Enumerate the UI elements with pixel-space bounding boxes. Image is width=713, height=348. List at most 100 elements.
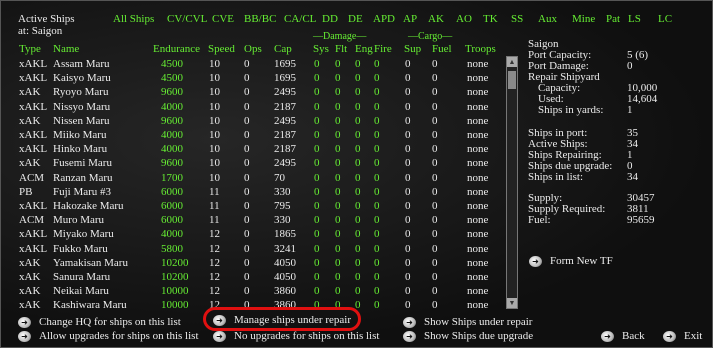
filter-ls[interactable]: LS [628,13,641,25]
cell-name[interactable]: Miiko Maru [53,128,106,142]
col-eng-header[interactable]: Eng [355,43,373,55]
cell-name[interactable]: Assam Maru [53,57,110,71]
cell-fire: 0 [374,143,380,156]
cell-name[interactable]: Fuji Maru #3 [53,185,111,199]
filter-ak[interactable]: AK [428,13,444,25]
cell-sup: 0 [405,171,411,184]
filter-lc[interactable]: LC [658,13,672,25]
change-hq-button[interactable]: ➜ Change HQ for ships on this list [18,316,181,328]
show-upgrade-button[interactable]: ➜ Show Ships due upgrade [403,330,533,342]
form-new-tf-button[interactable]: ➜ Form New TF [529,255,613,267]
filter-apd[interactable]: APD [373,13,395,25]
scroll-up-arrow-icon[interactable]: ▲ [507,57,517,67]
filter-mine[interactable]: Mine [572,13,595,25]
cell-cap: 2495 [274,157,296,170]
filter-cve[interactable]: CVE [212,13,234,25]
ship-row[interactable]: xAKL Hakozake Maru 6000 11 0 795 0 0 0 0 0 0 none [1,199,506,213]
ship-row[interactable]: ACM Muro Maru 6000 11 0 330 0 0 0 0 0 0 none [1,213,506,227]
cell-sys: 0 [314,285,320,298]
ship-row[interactable]: xAKL Assam Maru 4500 10 0 1695 0 0 0 0 0 0 none [1,57,506,71]
cell-type: xAK [19,299,41,312]
filter-cv-cvl[interactable]: CV/CVL [167,13,207,25]
filter-all-ships[interactable]: All Ships [113,13,154,25]
cell-name[interactable]: Muro Maru [53,213,104,227]
filter-ca-cl[interactable]: CA/CL [284,13,316,25]
ship-row[interactable]: xAKL Nissyo Maru 4000 10 0 2187 0 0 0 0 0 0 none [1,100,506,114]
cell-fuel: 0 [432,242,438,255]
ship-row[interactable]: xAK Ryoyo Maru 9600 10 0 2495 0 0 0 0 0 0 none [1,85,506,99]
ship-row[interactable]: xAK Sanura Maru 10200 12 0 4050 0 0 0 0 0 0 none [1,270,506,284]
cell-name[interactable]: Hakozake Maru [53,199,124,213]
ship-row[interactable]: xAK Fusemi Maru 9600 10 0 2495 0 0 0 0 0 0 none [1,156,506,170]
cell-type: xAKL [19,242,48,255]
cell-sys: 0 [314,214,320,227]
filter-pat[interactable]: Pat [606,13,620,25]
cell-name[interactable]: Ryoyo Maru [53,85,108,99]
col-name-header[interactable]: Name [53,43,79,55]
col-troops-header[interactable]: Troops [465,43,496,55]
filter-ap[interactable]: AP [403,13,417,25]
allow-upgrades-button[interactable]: ➜ Allow upgrades for ships on this list [18,330,199,342]
no-upgrades-button[interactable]: ➜ No upgrades for ships on this list [213,330,379,342]
ship-row[interactable]: xAK Neikai Maru 10000 12 0 3860 0 0 0 0 0 0 none [1,284,506,298]
cell-name[interactable]: Kaisyo Maru [53,71,111,85]
back-button[interactable]: ➜ Back [601,330,645,342]
cell-name[interactable]: Fusemi Maru [53,156,112,170]
cell-troops: none [467,100,489,113]
filter-ao[interactable]: AO [456,13,472,25]
cell-eng: 0 [355,114,361,127]
cell-name[interactable]: Yamakisan Maru [53,256,128,270]
cell-name[interactable]: Nissyo Maru [53,100,110,114]
filter-aux[interactable]: Aux [538,13,557,25]
cell-cap: 330 [274,185,291,198]
cell-name[interactable]: Nissen Maru [53,114,110,128]
exit-button[interactable]: ➜ Exit [663,330,702,342]
ship-row[interactable]: xAK Yamakisan Maru 10200 12 0 4050 0 0 0 0 0 0 none [1,256,506,270]
cell-name[interactable]: Kashiwara Maru [53,298,127,312]
ship-row[interactable]: xAKL Kaisyo Maru 4500 10 0 1695 0 0 0 0 0 0 none [1,71,506,85]
cell-name[interactable]: Sanura Maru [53,270,110,284]
show-repair-button[interactable]: ➜ Show Ships under repair [403,316,532,328]
col-ops-header[interactable]: Ops [244,43,262,55]
filter-ss[interactable]: SS [511,13,523,25]
show-repair-label: Show Ships under repair [424,316,533,328]
filter-tk[interactable]: TK [483,13,498,25]
cell-speed: 10 [209,171,220,184]
col-type-header[interactable]: Type [19,43,41,55]
cell-sys: 0 [314,157,320,170]
ship-row[interactable]: ACM Ranzan Maru 1700 10 0 70 0 0 0 0 0 0 none [1,171,506,185]
cell-name[interactable]: Fukko Maru [53,242,108,256]
cargo-group-header: —Cargo— [408,31,453,42]
cell-name[interactable]: Ranzan Maru [53,171,113,185]
col-speed-header[interactable]: Speed [208,43,235,55]
ship-row[interactable]: xAKL Miyako Maru 4000 12 0 1865 0 0 0 0 0 0 none [1,227,506,241]
cell-name[interactable]: Hinko Maru [53,142,107,156]
port-damage-value: 0 [627,60,633,72]
cell-name[interactable]: Neikai Maru [53,284,109,298]
col-sup-header[interactable]: Sup [404,43,421,55]
exit-label: Exit [684,330,703,342]
ship-row[interactable]: xAK Nissen Maru 9600 10 0 2495 0 0 0 0 0 0 none [1,114,506,128]
ship-row[interactable]: PB Fuji Maru #3 6000 11 0 330 0 0 0 0 0 0 none [1,185,506,199]
filter-dd[interactable]: DD [322,13,338,25]
col-cap-header[interactable]: Cap [274,43,292,55]
ship-row[interactable]: xAKL Miiko Maru 4000 10 0 2187 0 0 0 0 0 0 none [1,128,506,142]
arrow-right-icon: ➜ [601,330,614,342]
cell-speed: 10 [209,86,220,99]
cell-sup: 0 [405,242,411,255]
ship-row[interactable]: xAKL Fukko Maru 5800 12 0 3241 0 0 0 0 0 0 none [1,242,506,256]
ship-list-scrollbar[interactable]: ▲ ▼ [506,56,518,309]
ship-row[interactable]: xAKL Hinko Maru 4000 10 0 2187 0 0 0 0 0 0 none [1,142,506,156]
col-fuel-header[interactable]: Fuel [432,43,452,55]
cell-troops: none [467,285,489,298]
col-flt-header[interactable]: Flt [335,43,347,55]
cell-cap: 4050 [274,271,296,283]
col-fire-header[interactable]: Fire [374,43,392,55]
cell-name[interactable]: Miyako Maru [53,227,114,241]
scroll-down-arrow-icon[interactable]: ▼ [507,298,517,308]
scroll-thumb[interactable] [508,71,516,89]
filter-de[interactable]: DE [348,13,363,25]
filter-bb-bc[interactable]: BB/BC [244,13,276,25]
col-endurance-header[interactable]: Endurance [153,43,200,55]
col-sys-header[interactable]: Sys [313,43,329,55]
